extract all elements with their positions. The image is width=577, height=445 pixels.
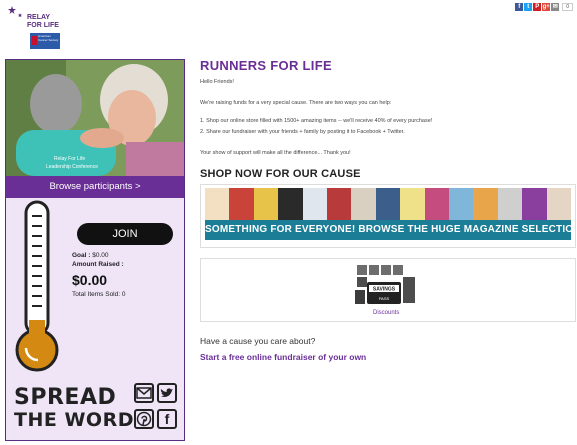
acs-badge: American Cancer Society [30, 33, 60, 49]
fundraiser-title: RUNNERS FOR LIFE [200, 58, 332, 73]
way-2-text: 2. Share our fundraiser with your friend… [200, 129, 405, 135]
goal-stat: Goal : $0.00 [72, 252, 109, 259]
share-bar: f t P g+ ✉ 0 [515, 3, 573, 11]
participants-photo[interactable]: Relay For Life Leadership Conference [6, 60, 184, 176]
savings-pass-icon: SAVINGS PASS [353, 264, 423, 306]
total-items-sold: Total Items Sold: 0 [72, 291, 126, 298]
goal-value: $0.00 [92, 252, 109, 259]
start-fundraiser-link[interactable]: Start a free online fundraiser of your o… [200, 352, 366, 362]
magazine-covers [205, 188, 571, 220]
google-plus-share-icon[interactable]: g+ [542, 3, 551, 11]
amount-raised-value: $0.00 [72, 272, 108, 288]
acs-label: American Cancer Society [38, 34, 59, 42]
pinterest-icon[interactable] [134, 409, 154, 429]
pinterest-share-icon[interactable]: P [533, 3, 542, 11]
svg-text:SAVINGS: SAVINGS [373, 287, 396, 293]
fundraiser-sidebar: Relay For Life Leadership Conference Bro… [5, 59, 185, 441]
cause-question: Have a cause you care about? [200, 336, 316, 346]
acs-sword-icon [32, 36, 37, 45]
join-button[interactable]: JOIN [77, 223, 173, 245]
shop-heading: SHOP NOW FOR OUR CAUSE [200, 168, 361, 180]
photo-caption: Relay For Life [54, 156, 85, 162]
spread-line-1: SPREAD [14, 385, 117, 410]
svg-text:PASS: PASS [379, 296, 390, 301]
thanks-text: Your show of support will make all the d… [200, 150, 351, 156]
browse-participants-link[interactable]: Browse participants > [6, 176, 184, 198]
greeting-text: Hello Friends! [200, 79, 234, 85]
banner-cta[interactable]: SOMETHING FOR EVERYONE! BROWSE THE HUGE … [205, 220, 571, 240]
twitter-share-icon[interactable]: t [524, 3, 533, 11]
spread-the-word-heading: SPREAD THE WORD [14, 385, 134, 432]
facebook-icon[interactable]: f [157, 409, 177, 429]
email-share-icon[interactable]: ✉ [551, 3, 560, 11]
way-1-text: 1. Shop our online store filled with 150… [200, 118, 433, 124]
share-count: 0 [562, 3, 573, 11]
logo-line-1: RELAY [27, 14, 51, 21]
thermometer-progress-icon [15, 200, 59, 372]
logo-line-2: FOR LIFE [27, 22, 59, 29]
intro-text: We're raising funds for a very special c… [200, 100, 392, 106]
amount-raised-label: Amount Raised : [72, 261, 124, 268]
photo-subcaption: Leadership Conference [46, 164, 98, 170]
moon-stars-icon [7, 6, 24, 43]
facebook-share-icon[interactable]: f [515, 3, 524, 11]
twitter-icon[interactable] [157, 383, 177, 403]
email-icon[interactable] [134, 383, 154, 403]
discounts-card[interactable]: SAVINGS PASS Discounts [200, 258, 576, 322]
spread-line-2: THE WORD [14, 409, 134, 431]
discounts-link[interactable]: Discounts [373, 310, 399, 316]
relay-for-life-logo[interactable]: RELAY FOR LIFE American Cancer Society [6, 3, 60, 53]
goal-label: Goal : [72, 252, 93, 259]
magazine-banner[interactable]: SOMETHING FOR EVERYONE! BROWSE THE HUGE … [200, 184, 576, 248]
